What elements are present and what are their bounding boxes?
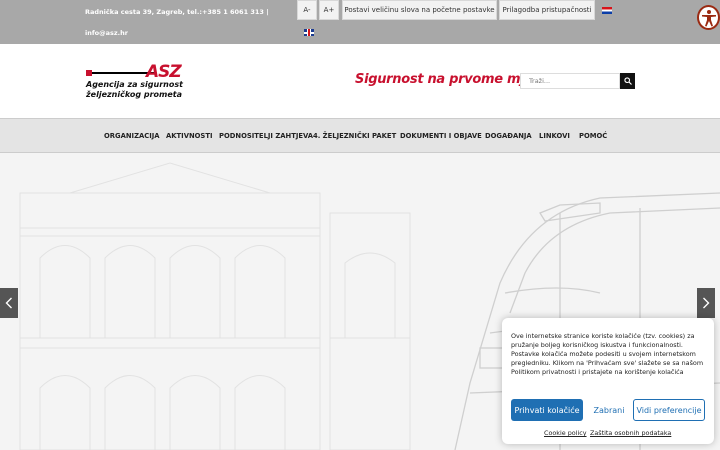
cookie-text: Ove internetske stranice koriste kolačić… [511,332,704,377]
nav-item-pomoc[interactable]: POMOĆ [579,119,607,154]
main-nav: ORGANIZACIJA AKTIVNOSTI PODNOSITELJI ZAH… [0,118,720,153]
accessibility-person-icon [701,9,716,26]
cookie-preferences-button[interactable]: Vidi preferencije [633,399,705,421]
nav-item-linkovi[interactable]: LINKOVI [539,119,570,154]
accessibility-settings-button[interactable]: Prilagodba pristupačnosti [499,0,595,20]
nav-item-dogadanja[interactable]: DOGAĐANJA [485,119,532,154]
nav-item-zeljeznicki-paket[interactable]: 4. ŽELJEZNIČKI PAKET [313,119,396,154]
cookie-policy-link[interactable]: Cookie policy [544,429,587,437]
search-button[interactable] [620,73,635,89]
logo-line-2: željezničkog prometa [86,90,183,99]
nav-item-organizacija[interactable]: ORGANIZACIJA [104,119,160,154]
top-bar: Radnička cesta 39, Zagreb, tel.:+385 1 6… [0,0,720,44]
search-input[interactable] [520,73,620,89]
privacy-policy-link[interactable]: Zaštita osobnih podataka [590,429,671,437]
accept-cookies-button[interactable]: Prihvati kolačiće [511,399,583,421]
english-flag-icon[interactable] [304,29,314,36]
slider-next-button[interactable] [697,288,715,318]
deny-cookies-button[interactable]: Zabrani [589,399,629,421]
nav-item-podnositelji-zahtjeva[interactable]: PODNOSITELJI ZAHTJEVA [219,119,313,154]
accessibility-icon[interactable] [697,5,720,30]
croatian-flag-icon[interactable] [602,7,612,14]
font-reset-button[interactable]: Postavi veličinu slova na početne postav… [342,0,497,20]
contact-info: Radnička cesta 39, Zagreb, tel.:+385 1 6… [85,7,269,37]
contact-address: Radnička cesta 39, Zagreb, tel.:+385 1 6… [85,8,269,16]
logo-line [92,72,154,74]
nav-item-dokumenti-i-objave[interactable]: DOKUMENTI I OBJAVE [400,119,482,154]
cookie-consent-banner: Ove internetske stranice koriste kolačić… [502,318,714,444]
chevron-left-icon [5,297,12,309]
font-increase-button[interactable]: A+ [319,0,339,20]
slider-prev-button[interactable] [0,288,18,318]
nav-item-aktivnosti[interactable]: AKTIVNOSTI [166,119,212,154]
contact-email[interactable]: info@asz.hr [85,28,128,38]
font-decrease-button[interactable]: A- [297,0,317,20]
site-logo[interactable]: ASZ Agencija za sigurnost željezničkog p… [86,61,186,107]
search-icon [623,77,632,85]
chevron-right-icon [703,297,710,309]
logo-mark: ASZ [146,62,182,82]
logo-line-1: Agencija za sigurnost [86,80,183,89]
